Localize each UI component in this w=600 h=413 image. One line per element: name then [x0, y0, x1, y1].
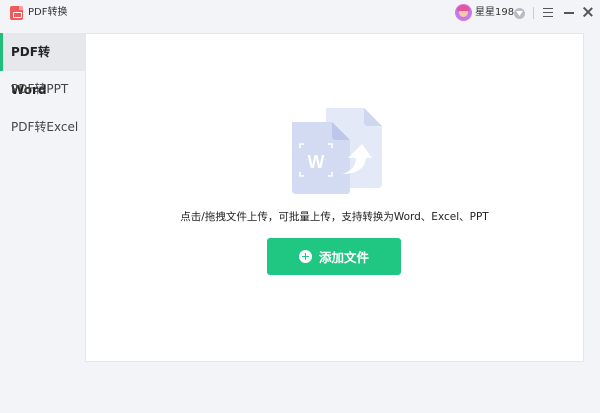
titlebar-divider: [533, 7, 534, 19]
word-file-illustration: W: [292, 108, 382, 194]
pdf-app-icon: [10, 6, 23, 20]
sidebar-item-pdf-to-ppt[interactable]: PDF转PPT: [0, 70, 85, 108]
illustration-letter: W: [308, 152, 325, 172]
sidebar-item-label: PDF转PPT: [11, 82, 69, 96]
menu-icon[interactable]: [543, 8, 553, 17]
title-bar: PDF转换 星星198...: [0, 0, 600, 26]
close-icon[interactable]: [582, 6, 594, 18]
sidebar-item-pdf-to-excel[interactable]: PDF转Excel: [0, 108, 85, 146]
sidebar-item-pdf-to-word[interactable]: PDF转Word: [0, 33, 85, 97]
add-file-button[interactable]: 添加文件: [267, 238, 401, 275]
avatar[interactable]: [455, 4, 472, 21]
sidebar: PDF转Word PDF转PPT PDF转Excel: [0, 33, 85, 363]
upload-drop-zone[interactable]: [85, 33, 584, 362]
sidebar-item-label: PDF转Excel: [11, 120, 79, 134]
window-title: PDF转换: [28, 7, 68, 18]
plus-circle-icon: [298, 250, 312, 263]
vip-badge-icon[interactable]: [514, 8, 525, 19]
minimize-icon[interactable]: [564, 12, 574, 14]
upload-hint: 点击/拖拽文件上传，可批量上传，支持转换为Word、Excel、PPT: [180, 211, 489, 223]
add-file-label: 添加文件: [318, 250, 369, 265]
